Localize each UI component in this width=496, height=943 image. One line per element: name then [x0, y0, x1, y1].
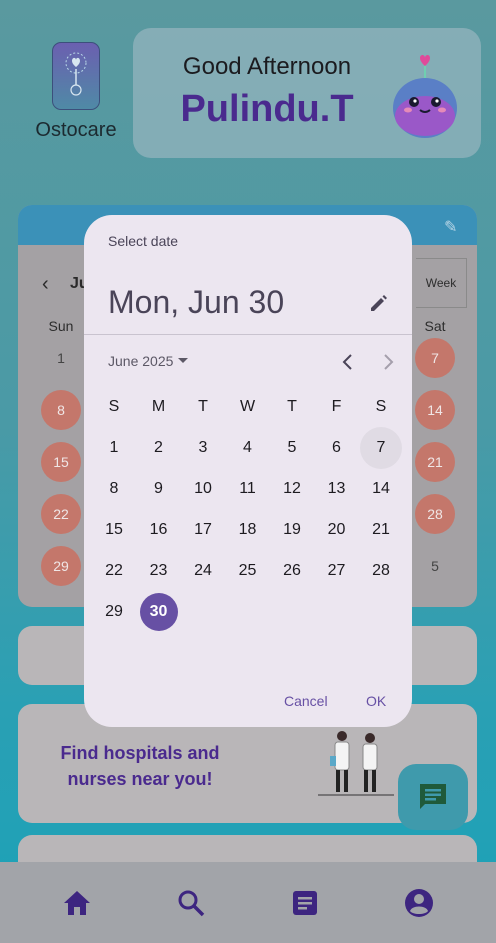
background-calendar-day[interactable]: 5 — [415, 546, 455, 586]
calendar-day[interactable]: 26 — [271, 550, 313, 592]
chat-icon — [420, 784, 446, 809]
dialog-label: Select date — [108, 233, 179, 249]
chevron-right-icon — [384, 354, 394, 370]
calendar-day[interactable]: 17 — [182, 509, 224, 551]
weekday-header: F — [331, 398, 342, 415]
calendar-day[interactable]: 8 — [93, 468, 135, 510]
week-view-button[interactable]: Week — [416, 258, 467, 308]
calendar-day[interactable]: 25 — [227, 550, 269, 592]
calendar-day[interactable]: 24 — [182, 550, 224, 592]
dropdown-arrow-icon — [178, 358, 189, 363]
background-calendar-day[interactable]: 21 — [415, 442, 455, 482]
weekday-sat: Sat — [424, 318, 446, 334]
calendar-day[interactable]: 19 — [271, 509, 313, 551]
background-calendar-day[interactable]: 7 — [415, 338, 455, 378]
background-calendar-day[interactable]: 28 — [415, 494, 455, 534]
find-hospitals-text: Find hospitals and nurses near you! — [60, 743, 220, 789]
weekday-header: S — [108, 398, 120, 415]
calendar-day[interactable]: 10 — [182, 468, 224, 510]
calendar-day[interactable]: 20 — [316, 509, 358, 551]
calendar-day[interactable]: 29 — [93, 591, 135, 633]
greeting-title: Good Afternoon — [182, 53, 352, 80]
account-icon — [405, 888, 433, 917]
background-calendar-day[interactable]: 29 — [41, 546, 81, 586]
calendar-day[interactable]: 6 — [316, 427, 358, 469]
mascot-image — [388, 50, 462, 140]
selected-date-headline: Mon, Jun 30 — [108, 284, 285, 320]
calendar-day[interactable]: 5 — [271, 427, 313, 469]
calendar-day[interactable]: 13 — [316, 468, 358, 510]
nav-search[interactable] — [161, 873, 221, 933]
background-calendar-day[interactable]: 8 — [41, 390, 81, 430]
user-name: Pulindu.T — [180, 88, 354, 130]
calendar-day[interactable]: 27 — [316, 550, 358, 592]
weekday-header: M — [151, 398, 166, 415]
calendar-day[interactable]: 3 — [182, 427, 224, 469]
calendar-day[interactable]: 28 — [360, 550, 402, 592]
calendar-day[interactable]: 16 — [138, 509, 180, 551]
app-logo — [52, 42, 100, 110]
nav-articles[interactable] — [275, 873, 335, 933]
background-calendar-day[interactable]: 22 — [41, 494, 81, 534]
background-calendar-day[interactable]: 15 — [41, 442, 81, 482]
background-calendar-day[interactable]: 14 — [415, 390, 455, 430]
dialog-divider — [84, 334, 412, 335]
selected-day[interactable]: 30 — [139, 593, 178, 631]
calendar-day[interactable]: 14 — [360, 468, 402, 510]
back-arrow-icon[interactable]: ‹ — [42, 273, 49, 296]
calendar-day[interactable]: 18 — [227, 509, 269, 551]
chat-button[interactable] — [398, 764, 468, 830]
edit-date-button[interactable] — [368, 292, 390, 314]
weekday-header: T — [198, 398, 208, 415]
search-icon — [178, 890, 205, 916]
weekday-header: W — [239, 398, 256, 415]
calendar-day[interactable]: 15 — [93, 509, 135, 551]
bottom-nav — [0, 862, 496, 943]
next-month-button[interactable] — [378, 352, 398, 372]
nav-profile[interactable] — [389, 873, 449, 933]
month-year-selector[interactable]: June 2025 — [108, 353, 189, 369]
edit-icon — [371, 295, 387, 311]
calendar-day[interactable]: 12 — [271, 468, 313, 510]
calendar-day[interactable]: 22 — [93, 550, 135, 592]
nav-home[interactable] — [47, 873, 107, 933]
calendar-day[interactable]: 2 — [138, 427, 180, 469]
doctors-illustration — [316, 728, 396, 798]
cancel-button[interactable]: Cancel — [284, 693, 328, 709]
weekday-header: S — [375, 398, 387, 415]
weekday-header: T — [287, 398, 297, 415]
calendar-day[interactable]: 11 — [227, 468, 269, 510]
calendar-day[interactable]: 9 — [138, 468, 180, 510]
weekday-sun: Sun — [48, 318, 74, 334]
ok-button[interactable]: OK — [366, 693, 386, 709]
app-name: Ostocare — [35, 119, 117, 141]
edit-icon[interactable]: ✎ — [444, 217, 462, 236]
calendar-day[interactable]: 23 — [138, 550, 180, 592]
article-icon — [293, 890, 317, 915]
calendar-day[interactable]: 4 — [227, 427, 269, 469]
calendar-day[interactable]: 1 — [93, 427, 135, 469]
background-calendar-day[interactable]: 1 — [41, 338, 81, 378]
chevron-left-icon — [342, 354, 352, 370]
calendar-day[interactable]: 21 — [360, 509, 402, 551]
previous-month-button[interactable] — [338, 352, 358, 372]
month-year-label: June 2025 — [108, 353, 174, 369]
calendar-day[interactable]: 7 — [360, 427, 402, 469]
home-icon — [64, 890, 90, 915]
